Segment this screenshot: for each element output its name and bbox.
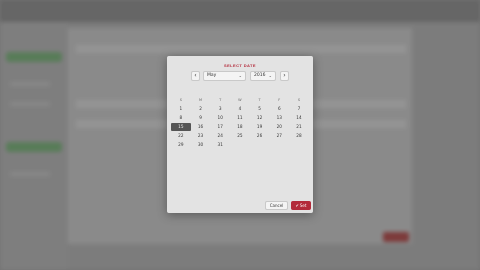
calendar-day[interactable]: 20 [269,123,289,131]
set-button[interactable]: ✔Set [291,201,311,210]
calendar-week: 29 30 31 [171,141,309,149]
calendar-week: 15 16 17 18 19 20 21 [171,123,309,131]
calendar-day[interactable]: 3 [210,105,230,113]
calendar-day[interactable]: 17 [210,123,230,131]
year-select[interactable]: 2016 ⌄ [250,71,276,81]
year-select-value: 2016 [254,73,266,78]
calendar-day[interactable]: 9 [191,114,211,122]
calendar-day [269,141,289,149]
next-month-button[interactable]: › [280,71,289,81]
calendar-day[interactable]: 16 [191,123,211,131]
calendar-day[interactable]: 29 [171,141,191,149]
chevron-down-icon: ⌄ [238,73,242,78]
calendar-day[interactable]: 7 [289,105,309,113]
calendar-day[interactable]: 2 [191,105,211,113]
chevron-left-icon: ‹ [194,72,197,79]
calendar-week: 8 9 10 11 12 13 14 [171,114,309,122]
calendar-day[interactable]: 31 [210,141,230,149]
prev-month-button[interactable]: ‹ [191,71,200,81]
calendar-day[interactable]: 19 [250,123,270,131]
calendar-day[interactable]: 18 [230,123,250,131]
calendar-day[interactable]: 5 [250,105,270,113]
month-select-value: May [207,73,217,78]
calendar-day[interactable]: 1 [171,105,191,113]
weekday-header: S M T W T F S [171,98,309,102]
set-button-label: Set [299,203,307,208]
month-select[interactable]: May ⌄ [203,71,246,81]
calendar-day[interactable]: 25 [230,132,250,140]
calendar-day[interactable]: 28 [289,132,309,140]
cancel-button[interactable]: Cancel [265,201,288,210]
calendar-day[interactable]: 22 [171,132,191,140]
check-icon: ✔ [295,203,299,208]
weekday-label: T [258,98,261,102]
chevron-down-icon: ⌄ [268,73,272,78]
modal-title: SELECT DATE [224,63,256,68]
weekday-label: F [278,98,281,102]
calendar-day[interactable]: 14 [289,114,309,122]
calendar-day[interactable]: 4 [230,105,250,113]
calendar-day[interactable]: 30 [191,141,211,149]
weekday-label: M [199,98,203,102]
calendar-day [289,141,309,149]
chevron-right-icon: › [283,72,286,79]
calendar-week: 22 23 24 25 26 27 28 [171,132,309,140]
calendar-day[interactable]: 12 [250,114,270,122]
calendar-week: 1 2 3 4 5 6 7 [171,105,309,113]
calendar-day[interactable]: 6 [269,105,289,113]
calendar-day [250,141,270,149]
calendar-day[interactable]: 8 [171,114,191,122]
calendar-day[interactable]: 13 [269,114,289,122]
calendar-day[interactable]: 26 [250,132,270,140]
calendar-day[interactable]: 27 [269,132,289,140]
calendar-day[interactable]: 24 [210,132,230,140]
weekday-label: T [219,98,222,102]
calendar-day[interactable]: 11 [230,114,250,122]
weekday-label: S [297,98,301,102]
weekday-label: W [238,98,242,102]
calendar-day[interactable]: 10 [210,114,230,122]
weekday-label: S [179,98,182,102]
calendar-day[interactable]: 21 [289,123,309,131]
cancel-button-label: Cancel [269,203,284,208]
calendar-day-selected[interactable]: 15 [171,123,191,131]
calendar-day [230,141,250,149]
calendar-day[interactable]: 23 [191,132,211,140]
